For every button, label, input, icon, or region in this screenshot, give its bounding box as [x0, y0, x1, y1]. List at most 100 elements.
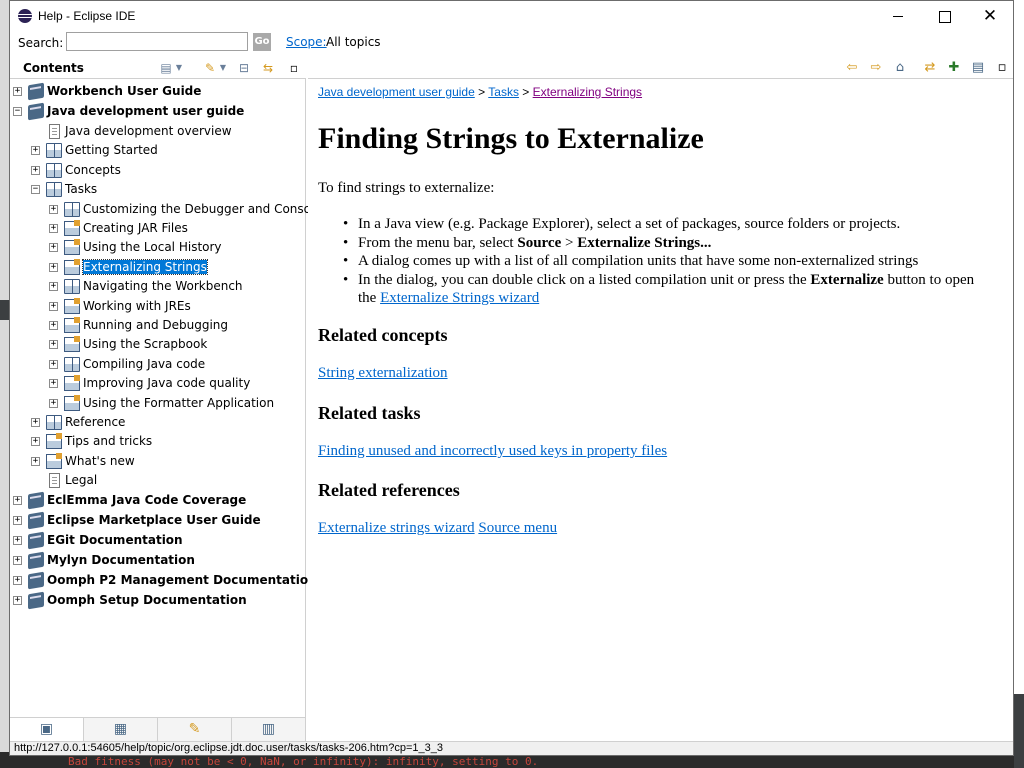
- maximize-button[interactable]: [921, 1, 967, 31]
- search-input[interactable]: [66, 32, 248, 51]
- collapse-icon[interactable]: −: [13, 107, 22, 116]
- tree-item-label: Eclipse Marketplace User Guide: [47, 512, 261, 527]
- tree-item-label: Concepts: [65, 162, 121, 177]
- tree-item[interactable]: + Compiling Java code: [10, 356, 306, 374]
- button-name: Externalize: [810, 271, 884, 288]
- tree-item[interactable]: − Tasks: [10, 181, 306, 199]
- tree-item[interactable]: + Tips and tricks: [10, 433, 306, 451]
- go-button[interactable]: Go: [253, 33, 271, 51]
- link-with-contents-icon[interactable]: ⇆: [260, 60, 276, 76]
- tree-item[interactable]: + Using the Local History: [10, 239, 306, 257]
- expand-icon[interactable]: +: [49, 398, 58, 408]
- minimize-button[interactable]: [875, 1, 921, 31]
- tree-item-label: Compiling Java code: [83, 356, 206, 371]
- background-dark-block: [0, 300, 9, 320]
- breadcrumb-link-current[interactable]: Externalizing Strings: [533, 85, 642, 99]
- maximize-view-icon[interactable]: ▫: [994, 60, 1010, 76]
- expand-icon[interactable]: +: [31, 456, 40, 466]
- related-reference-link[interactable]: Source menu: [478, 520, 557, 536]
- tree-item[interactable]: + Working with JREs: [10, 297, 306, 316]
- tree-item[interactable]: Java development overview: [10, 123, 306, 141]
- tab-index[interactable]: ▦: [84, 718, 158, 741]
- intro-text: To find strings to externalize:: [318, 180, 495, 196]
- tree-item[interactable]: + Creating JAR Files: [10, 220, 306, 238]
- expand-icon[interactable]: +: [49, 359, 58, 369]
- expand-icon[interactable]: +: [13, 595, 22, 605]
- tree-item[interactable]: + Using the Formatter Application: [10, 394, 306, 413]
- expand-icon[interactable]: +: [31, 437, 40, 447]
- tree-item-label: Java development user guide: [47, 104, 245, 118]
- eclipse-icon: [18, 9, 32, 23]
- tree-item-label: EclEmma Java Code Coverage: [47, 492, 247, 507]
- expand-icon[interactable]: +: [49, 301, 58, 311]
- tree-item[interactable]: − Java development user guide: [10, 102, 306, 121]
- collapse-icon[interactable]: −: [31, 185, 40, 195]
- book-icon: [28, 551, 44, 570]
- related-task-link[interactable]: Finding unused and incorrectly used keys…: [318, 443, 667, 459]
- home-icon[interactable]: ⌂: [892, 60, 908, 76]
- chevron-down-icon[interactable]: ▼: [174, 60, 184, 76]
- tree-item[interactable]: + EGit Documentation: [10, 531, 306, 550]
- tree-item[interactable]: + Mylyn Documentation: [10, 551, 306, 570]
- back-icon[interactable]: ⇦: [844, 60, 860, 76]
- print-icon[interactable]: ▤: [158, 60, 174, 76]
- tree-item[interactable]: Legal: [10, 472, 306, 490]
- tree-item[interactable]: + EclEmma Java Code Coverage: [10, 491, 306, 510]
- expand-icon[interactable]: +: [49, 224, 58, 233]
- tree-item-label: Workbench User Guide: [47, 84, 202, 98]
- expand-icon[interactable]: +: [49, 321, 58, 330]
- bookmark-document-icon[interactable]: ✚: [946, 60, 962, 76]
- tab-bookmarks[interactable]: ▥: [232, 718, 306, 741]
- highlight-search-icon[interactable]: ✎: [202, 60, 218, 76]
- wizard-link[interactable]: Externalize Strings wizard: [380, 290, 539, 306]
- expand-icon[interactable]: +: [31, 146, 40, 156]
- related-reference-link[interactable]: Externalize strings wizard: [318, 520, 475, 536]
- expand-icon[interactable]: +: [49, 340, 58, 350]
- tree-item[interactable]: + Workbench User Guide: [10, 82, 306, 101]
- topic-page-icon: [49, 473, 60, 489]
- tree-item[interactable]: + Oomph P2 Management Documentation: [10, 571, 317, 590]
- book-icon: [46, 143, 62, 159]
- tab-contents[interactable]: ▣: [10, 718, 84, 741]
- expand-icon[interactable]: +: [13, 87, 22, 96]
- expand-icon[interactable]: +: [31, 418, 40, 427]
- expand-icon[interactable]: +: [13, 495, 22, 505]
- tree-item[interactable]: + Running and Debugging: [10, 317, 306, 335]
- background-right-bar: [1014, 694, 1024, 768]
- list-item: A dialog comes up with a list of all com…: [343, 252, 993, 271]
- expand-icon[interactable]: +: [49, 243, 58, 253]
- related-concept-link[interactable]: String externalization: [318, 365, 448, 381]
- tab-search-results[interactable]: ✎: [158, 718, 232, 741]
- tree-item[interactable]: + Concepts: [10, 162, 306, 180]
- tree-item[interactable]: + Customizing the Debugger and Console: [10, 201, 322, 219]
- scope-link[interactable]: Scope:: [286, 35, 327, 49]
- expand-icon[interactable]: +: [49, 379, 58, 389]
- tree-item[interactable]: + Improving Java code quality: [10, 375, 306, 393]
- forward-icon[interactable]: ⇨: [868, 60, 884, 76]
- print-page-icon[interactable]: ▤: [970, 60, 986, 76]
- expand-icon[interactable]: +: [13, 535, 22, 545]
- tree-item[interactable]: + Getting Started: [10, 142, 306, 160]
- tree-item[interactable]: + Externalizing Strings: [10, 258, 306, 277]
- tree-item[interactable]: + Oomph Setup Documentation: [10, 591, 306, 610]
- breadcrumb-link-tasks[interactable]: Tasks: [488, 85, 519, 99]
- show-in-contents-icon[interactable]: ⇄: [922, 60, 938, 76]
- expand-icon[interactable]: +: [49, 204, 58, 214]
- expand-icon[interactable]: +: [13, 575, 22, 585]
- tree-item[interactable]: + What's new: [10, 452, 306, 471]
- close-button[interactable]: ✕: [967, 1, 1013, 31]
- breadcrumb-link-guide[interactable]: Java development user guide: [318, 85, 475, 99]
- tree-item[interactable]: + Eclipse Marketplace User Guide: [10, 511, 306, 530]
- tree-item[interactable]: + Using the Scrapbook: [10, 336, 306, 354]
- task-book-icon: [64, 239, 80, 256]
- tree-item[interactable]: + Navigating the Workbench: [10, 278, 306, 296]
- expand-icon[interactable]: +: [13, 555, 22, 565]
- collapse-all-icon[interactable]: ⊟: [236, 60, 252, 76]
- maximize-view-icon[interactable]: ▫: [286, 60, 302, 76]
- tree-item[interactable]: + Reference: [10, 414, 306, 432]
- expand-icon[interactable]: +: [49, 282, 58, 292]
- expand-icon[interactable]: +: [13, 515, 22, 525]
- expand-icon[interactable]: +: [31, 165, 40, 175]
- chevron-down-icon[interactable]: ▼: [218, 60, 228, 76]
- expand-icon[interactable]: +: [49, 262, 58, 272]
